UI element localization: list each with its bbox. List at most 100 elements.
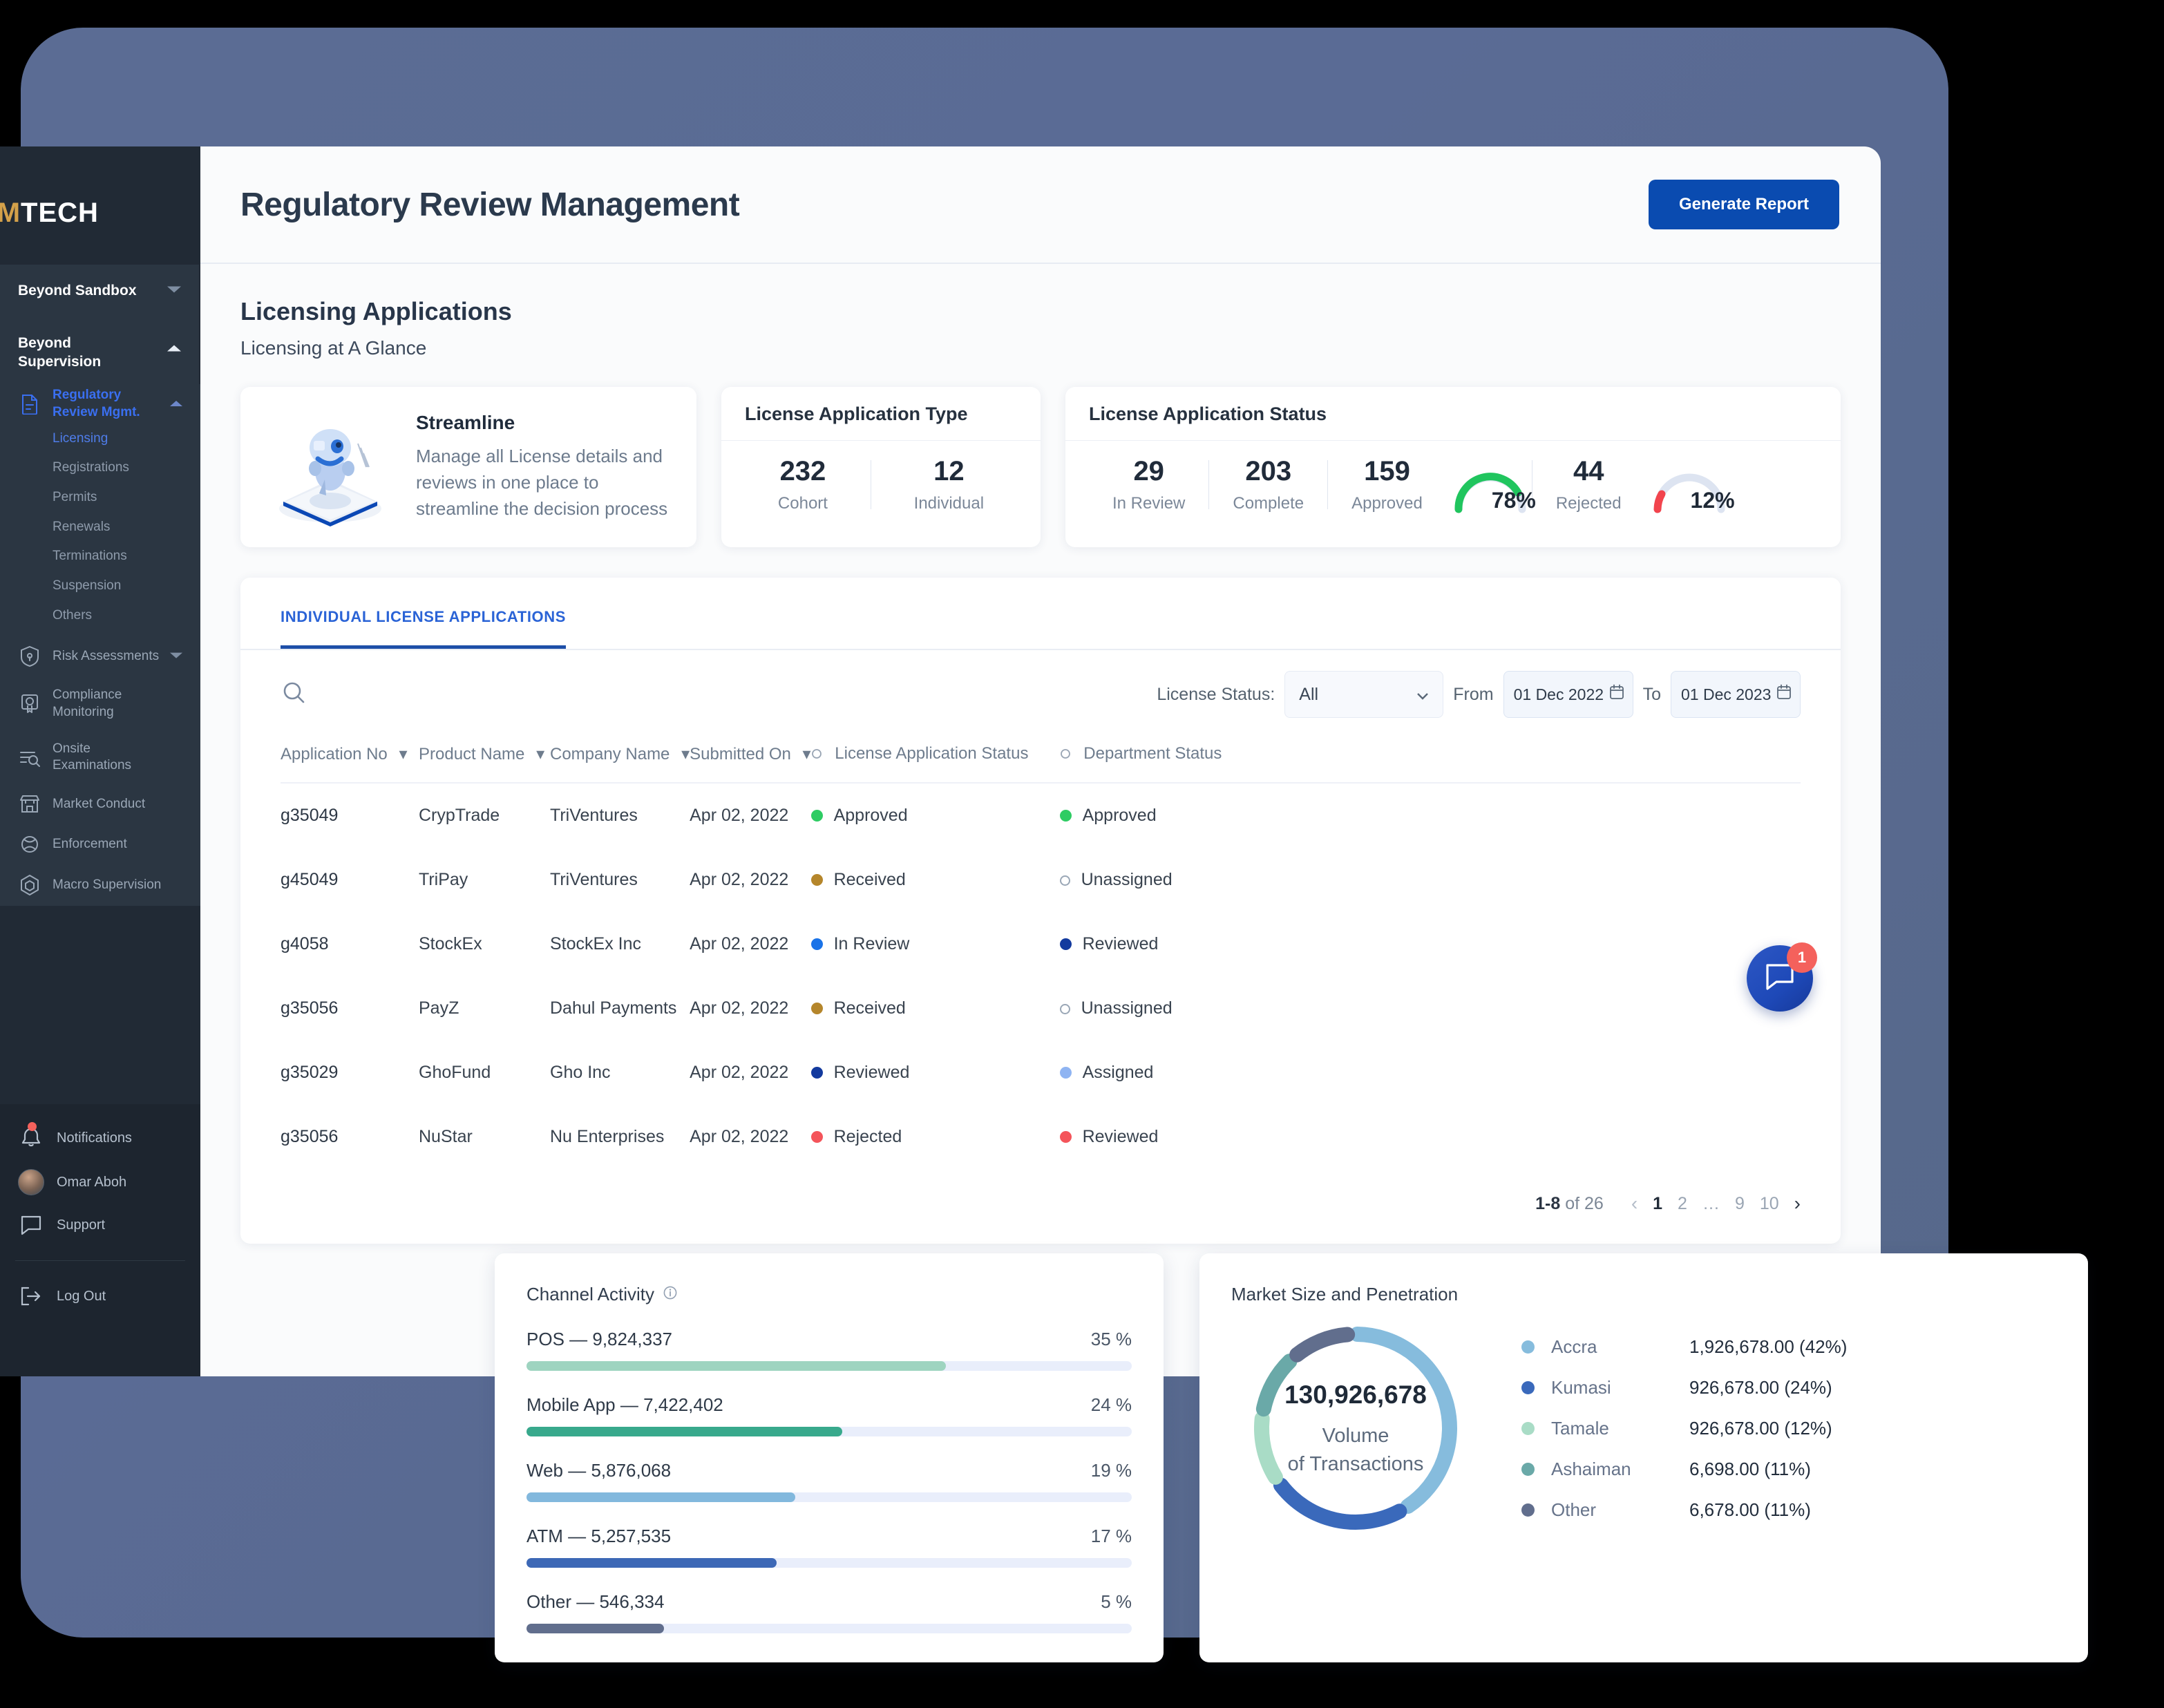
sidebar-item-logout[interactable]: Log Out — [0, 1276, 200, 1316]
filters-right-group: License Status: All From 01 Dec 2022 To … — [1157, 671, 1801, 718]
sidebar-item-onsite-examinations[interactable]: Onsite Examinations — [0, 731, 200, 784]
pagination-page-2[interactable]: 2 — [1678, 1194, 1687, 1214]
streamline-description: Manage all License details and reviews i… — [416, 446, 668, 519]
info-icon[interactable] — [663, 1284, 678, 1305]
pagination-page-9[interactable]: 9 — [1735, 1194, 1745, 1214]
from-date-input[interactable]: 01 Dec 2022 — [1503, 671, 1633, 718]
tab-individual-license-applications[interactable]: INDIVIDUAL LICENSE APPLICATIONS — [281, 608, 566, 649]
sidebar-item-label: Registrations — [53, 460, 129, 475]
sidebar-item-user[interactable]: Omar Aboh — [0, 1159, 200, 1205]
sort-desc-icon: ▾ — [802, 745, 811, 763]
sidebar-item-permits[interactable]: Permits — [0, 483, 200, 513]
sidebar-item-renewals[interactable]: Renewals — [0, 513, 200, 542]
cell-submitted-on: Apr 02, 2022 — [690, 870, 789, 889]
sidebar-item-notifications-label: Notifications — [57, 1130, 132, 1146]
col-application-no[interactable]: Application No ▾ — [281, 733, 419, 784]
col-submitted-on[interactable]: Submitted On ▾ — [690, 733, 811, 784]
cell-application-no: g35056 — [281, 1127, 339, 1146]
status-label: Reviewed — [1082, 1127, 1159, 1146]
page-content: Licensing Applications Licensing at A Gl… — [200, 264, 1881, 1244]
section-subtitle: Licensing at A Glance — [240, 337, 427, 359]
sidebar-item-macro-supervision[interactable]: Macro Supervision — [0, 864, 200, 906]
pagination-range-current: 1-8 — [1535, 1193, 1561, 1213]
status-dot — [810, 874, 823, 886]
col-department-status[interactable]: Department Status — [1059, 733, 1801, 784]
table-row[interactable]: g35029 GhoFund Gho Inc Apr 02, 2022 Reviewed… — [281, 1041, 1801, 1105]
stat-cohort: 232 Cohort — [754, 456, 851, 513]
sidebar-item-licensing[interactable]: Licensing — [0, 424, 200, 454]
avatar — [18, 1169, 44, 1195]
sidebar-item-notifications[interactable]: Notifications — [0, 1117, 200, 1159]
channel-percent: 19 % — [1090, 1460, 1132, 1481]
channel-bar-fill — [526, 1361, 946, 1371]
market-size-widget: Market Size and Penetration 130,926,678 … — [1199, 1253, 2088, 1662]
sidebar-item-label: Enforcement — [53, 836, 127, 851]
sidebar-group-beyond-supervision[interactable]: Beyond Supervision — [0, 316, 199, 385]
sidebar-item-label: Licensing — [53, 430, 108, 446]
channel-bar-fill — [526, 1427, 843, 1436]
sidebar-item-risk-assessments[interactable]: Risk Assessments — [0, 636, 200, 677]
table-row[interactable]: g35056 PayZ Dahul Payments Apr 02, 2022 Rece… — [281, 976, 1801, 1041]
pagination-page-1[interactable]: 1 — [1653, 1194, 1662, 1214]
license-status-select[interactable]: All — [1284, 671, 1444, 718]
pagination-next-button[interactable]: › — [1794, 1193, 1801, 1215]
sidebar-item-market-conduct[interactable]: Market Conduct — [0, 784, 200, 824]
sidebar-item-regulatory-review-mgmt[interactable]: Regulatory Review Mgmt. — [0, 384, 200, 424]
cell-license-application-status: Approved — [810, 783, 1060, 848]
approved-gauge: 78% — [1449, 461, 1536, 513]
col-product-name[interactable]: Product Name ▾ — [419, 733, 550, 784]
sidebar-footer: Notifications Omar Aboh Support Log Out — [0, 1104, 200, 1376]
sidebar-item-terminations[interactable]: Terminations — [0, 542, 200, 571]
channel-row: Mobile App — 7,422,402 24 % — [526, 1394, 1132, 1436]
cell-application-no: g4058 — [281, 934, 329, 953]
pagination-prev-button[interactable]: ‹ — [1631, 1193, 1638, 1215]
to-date-input[interactable]: 01 Dec 2023 — [1671, 671, 1801, 718]
stat-approved-label: Approved — [1351, 494, 1423, 513]
cell-department-status: Reviewed — [1059, 1105, 1801, 1169]
table-row[interactable]: g35056 NuStar Nu Enterprises Apr 02, 2022 Re… — [281, 1105, 1801, 1169]
license-status-card-title: License Application Status — [1065, 387, 1841, 441]
table-row[interactable]: g45049 TriPay TriVentures Apr 02, 2022 Recei… — [281, 848, 1801, 912]
sidebar-item-compliance-monitoring[interactable]: Compliance Monitoring — [0, 677, 200, 730]
sidebar-item-suspension[interactable]: Suspension — [0, 571, 200, 601]
pagination-range-total: of 26 — [1560, 1193, 1604, 1213]
sidebar-item-support[interactable]: Support — [0, 1205, 200, 1245]
cell-submitted-on: Apr 02, 2022 — [690, 806, 789, 825]
pagination-page-…[interactable]: … — [1702, 1194, 1720, 1214]
legend-color-dot — [1521, 1503, 1535, 1517]
sidebar-divider — [15, 1260, 185, 1261]
channel-percent: 17 % — [1090, 1526, 1132, 1546]
cell-department-status: Reviewed — [1059, 912, 1801, 976]
sidebar-item-others[interactable]: Others — [0, 601, 200, 631]
sidebar-item-label: Compliance Monitoring — [53, 687, 122, 720]
pagination-page-10[interactable]: 10 — [1760, 1194, 1779, 1214]
channel-bar-track — [526, 1361, 1132, 1371]
sidebar-item-enforcement[interactable]: Enforcement — [0, 824, 200, 864]
sidebar-item-registrations[interactable]: Registrations — [0, 453, 200, 483]
cell-submitted-on: Apr 02, 2022 — [690, 998, 789, 1018]
search-icon[interactable] — [281, 679, 308, 710]
calendar-icon — [1776, 684, 1792, 705]
market-legend: Accra 1,926,678.00 (42%) Kumasi 926,678.00 … — [1505, 1327, 2056, 1530]
cell-submitted-on: Apr 02, 2022 — [690, 934, 789, 953]
cell-submitted-on: Apr 02, 2022 — [690, 1127, 789, 1146]
legend-item: Ashaiman 6,698.00 (11%) — [1521, 1449, 2056, 1490]
status-dot — [1059, 1131, 1072, 1143]
sidebar-group-beyond-sandbox[interactable]: Beyond Sandbox — [0, 265, 199, 317]
col-company-name[interactable]: Company Name ▾ — [550, 733, 690, 784]
status-label: Reviewed — [833, 1063, 910, 1082]
col-application-no-label: Application No — [281, 745, 388, 763]
col-department-status-label: Department Status — [1083, 744, 1222, 763]
cell-license-application-status: Received — [810, 848, 1060, 912]
applications-table-panel: INDIVIDUAL LICENSE APPLICATIONS License … — [240, 578, 1841, 1244]
legend-label: Accra — [1551, 1336, 1597, 1357]
table-row[interactable]: g35049 CrypTrade TriVentures Apr 02, 2022 Ap… — [281, 783, 1801, 848]
generate-report-button[interactable]: Generate Report — [1648, 180, 1839, 229]
status-dot — [1059, 1067, 1072, 1079]
chat-fab-button[interactable]: 1 — [1747, 942, 1817, 1012]
sidebar-item-label: Terminations — [53, 549, 127, 564]
sidebar-group-beyond-supervision-label: Beyond Supervision — [18, 334, 102, 370]
sidebar-item-label: Macro Supervision — [53, 877, 162, 892]
col-license-application-status[interactable]: License Application Status — [810, 733, 1060, 784]
table-row[interactable]: g4058 StockEx StockEx Inc Apr 02, 2022 In Re… — [281, 912, 1801, 976]
